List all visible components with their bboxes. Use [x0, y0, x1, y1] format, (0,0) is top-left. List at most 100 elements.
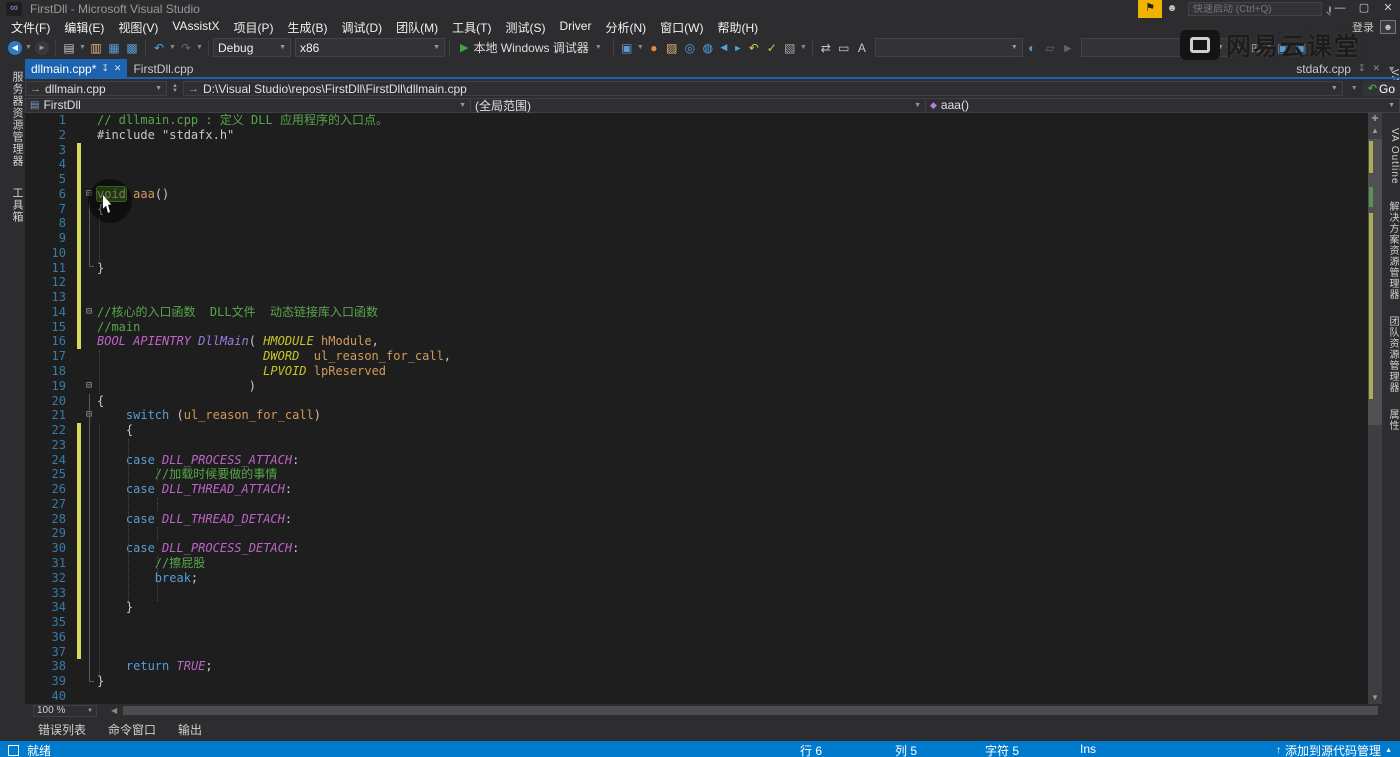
- code-line[interactable]: 13: [25, 290, 1368, 305]
- configuration-dropdown[interactable]: Debug ▼: [213, 38, 291, 57]
- split-editor-button[interactable]: ✚: [1368, 113, 1382, 125]
- save-icon[interactable]: ▦: [105, 39, 123, 57]
- window-tool-2-icon[interactable]: ▣: [1292, 39, 1310, 57]
- chevron-down-icon[interactable]: ▼: [1265, 44, 1274, 51]
- menu-item-edit[interactable]: 编辑(E): [57, 17, 111, 38]
- va-navigate-forward-icon[interactable]: ►: [731, 39, 745, 57]
- code-line[interactable]: 34 }: [25, 600, 1368, 615]
- code-line[interactable]: 17 DWORD ul_reason_for_call,: [25, 349, 1368, 364]
- code-line[interactable]: 14⊟//核心的入口函数 DLL文件 动态链接库入口函数: [25, 305, 1368, 320]
- project-dropdown[interactable]: ▤ FirstDll ▼: [25, 98, 470, 113]
- menu-item-build[interactable]: 生成(B): [280, 17, 334, 38]
- nav-spinner[interactable]: ▲▼: [170, 84, 180, 94]
- sidebar-tab-left-1[interactable]: 工具箱: [0, 179, 25, 231]
- va-refactor-icon[interactable]: ↶: [745, 39, 763, 57]
- chevron-down-icon[interactable]: ▼: [1350, 85, 1359, 92]
- scope-dropdown[interactable]: (全局范围) ▼: [470, 98, 925, 113]
- notifications-flag-icon[interactable]: ⚑: [1138, 0, 1162, 18]
- horizontal-scrollbar-thumb[interactable]: [123, 706, 1378, 715]
- edit-tool-disabled-icon[interactable]: ▱: [1041, 39, 1059, 57]
- panel-tab-0[interactable]: 错误列表: [38, 721, 86, 738]
- code-line[interactable]: 23: [25, 438, 1368, 453]
- close-icon[interactable]: ✕: [114, 63, 122, 74]
- va-spell-check-icon[interactable]: ✓: [763, 39, 781, 57]
- code-line[interactable]: 18 LPVOID lpReserved: [25, 364, 1368, 379]
- start-debugging-button[interactable]: ▶ 本地 Windows 调试器 ▼: [454, 38, 609, 58]
- code-line[interactable]: 39}: [25, 674, 1368, 689]
- code-line[interactable]: 4: [25, 157, 1368, 172]
- chevron-down-icon[interactable]: ▼: [78, 44, 87, 51]
- code-line[interactable]: 36: [25, 630, 1368, 645]
- code-line[interactable]: 26 case DLL_THREAD_ATTACH:: [25, 482, 1368, 497]
- pin-icon[interactable]: ↧: [1358, 63, 1366, 74]
- scroll-left-icon[interactable]: ◀: [111, 706, 117, 715]
- tab-stdafx[interactable]: stdafx.cpp ↧ ✕ ▼: [1296, 59, 1396, 78]
- chevron-down-icon[interactable]: ▼: [168, 44, 177, 51]
- code-line[interactable]: 22 {: [25, 423, 1368, 438]
- quick-launch-box[interactable]: [1188, 2, 1322, 16]
- code-line[interactable]: 35: [25, 615, 1368, 630]
- code-line[interactable]: 12: [25, 275, 1368, 290]
- minimize-button[interactable]: —: [1328, 0, 1352, 18]
- menu-item-help[interactable]: 帮助(H): [710, 17, 765, 38]
- sidebar-tab-right-4[interactable]: 属性: [1382, 403, 1400, 437]
- chevron-down-icon[interactable]: ▼: [24, 44, 33, 51]
- menu-item-driver[interactable]: Driver: [552, 17, 598, 38]
- code-line[interactable]: 37: [25, 645, 1368, 660]
- file-path-dropdown[interactable]: → D:\Visual Studio\repos\FirstDll\FirstD…: [183, 81, 1343, 96]
- menu-item-test[interactable]: 测试(S): [498, 17, 552, 38]
- compare-files-icon[interactable]: ⇄: [817, 39, 835, 57]
- code-line[interactable]: 30 case DLL_PROCESS_DETACH:: [25, 541, 1368, 556]
- open-file-icon[interactable]: ▥: [87, 39, 105, 57]
- user-account-icon[interactable]: ☻: [1380, 20, 1396, 34]
- va-find-symbol-icon[interactable]: ◍: [699, 39, 717, 57]
- close-icon[interactable]: ✕: [1373, 63, 1381, 74]
- navigate-forward-icon[interactable]: ►: [33, 39, 51, 57]
- chevron-down-icon[interactable]: ▼: [1387, 64, 1396, 74]
- code-line[interactable]: 7{: [25, 202, 1368, 217]
- scroll-up-icon[interactable]: ▲: [1368, 125, 1382, 137]
- panel-tab-1[interactable]: 命令窗口: [108, 721, 156, 738]
- undo-icon[interactable]: ↶: [150, 39, 168, 57]
- symbol-dropdown[interactable]: ◆ aaa() ▼: [925, 98, 1400, 113]
- toolbar-search-dropdown-2[interactable]: ▼: [1081, 38, 1229, 57]
- misc-tool-icon[interactable]: ▪: [1229, 39, 1247, 57]
- fold-marker[interactable]: ⊟: [83, 305, 95, 320]
- vertical-scrollbar[interactable]: ✚ ▲ ▼: [1368, 113, 1382, 704]
- panel-tab-2[interactable]: 输出: [178, 721, 202, 738]
- chevron-down-icon[interactable]: ▼: [195, 44, 204, 51]
- code-line[interactable]: 31 //擦屁股: [25, 556, 1368, 571]
- menu-item-analyze[interactable]: 分析(N): [598, 17, 653, 38]
- tab-dllmain-cpp-[interactable]: dllmain.cpp*↧✕: [25, 59, 127, 78]
- code-line[interactable]: 6⊟void aaa(): [25, 187, 1368, 202]
- code-line[interactable]: 40: [25, 689, 1368, 704]
- pin-icon[interactable]: ↧: [101, 63, 109, 74]
- close-button[interactable]: ✕: [1376, 0, 1400, 18]
- chevron-down-icon[interactable]: ▼: [799, 44, 808, 51]
- va-go-button[interactable]: ↶ Go: [1363, 81, 1400, 96]
- code-line[interactable]: 5: [25, 172, 1368, 187]
- menu-item-vassistx[interactable]: VAssistX: [165, 17, 226, 38]
- scroll-down-icon[interactable]: ▼: [1368, 692, 1382, 704]
- sidebar-tab-left-0[interactable]: 服务器资源管理器: [0, 63, 25, 175]
- code-line[interactable]: 21⊟ switch (ul_reason_for_call): [25, 408, 1368, 423]
- va-assist-icon[interactable]: A: [853, 39, 871, 57]
- add-to-source-control-button[interactable]: ↑ 添加到源代码管理 ▲: [1276, 742, 1392, 757]
- restore-button[interactable]: ▢: [1352, 0, 1376, 18]
- sidebar-tab-right-2[interactable]: 解决方案资源管理器: [1382, 195, 1400, 306]
- code-line[interactable]: 33: [25, 586, 1368, 601]
- chevron-down-icon[interactable]: ▼: [636, 44, 645, 51]
- feedback-icon[interactable]: ☻: [1162, 0, 1182, 18]
- run-tool-disabled-icon[interactable]: ►: [1059, 39, 1077, 57]
- zoom-level-dropdown[interactable]: 100 % ▼: [33, 705, 97, 717]
- va-open-file-in-workspace-icon[interactable]: ●: [645, 39, 663, 57]
- code-line[interactable]: 20{: [25, 394, 1368, 409]
- comment-tool-icon[interactable]: ▭: [835, 39, 853, 57]
- code-line[interactable]: 25 //加载时候要做的事情: [25, 467, 1368, 482]
- sidebar-tab-right-3[interactable]: 团队资源管理器: [1382, 310, 1400, 399]
- code-editor[interactable]: 1// dllmain.cpp : 定义 DLL 应用程序的入口点。2#incl…: [25, 113, 1368, 704]
- code-line[interactable]: 8: [25, 216, 1368, 231]
- code-line[interactable]: 3: [25, 143, 1368, 158]
- code-line[interactable]: 1// dllmain.cpp : 定义 DLL 应用程序的入口点。: [25, 113, 1368, 128]
- va-navigate-back-icon[interactable]: ◀: [717, 39, 731, 57]
